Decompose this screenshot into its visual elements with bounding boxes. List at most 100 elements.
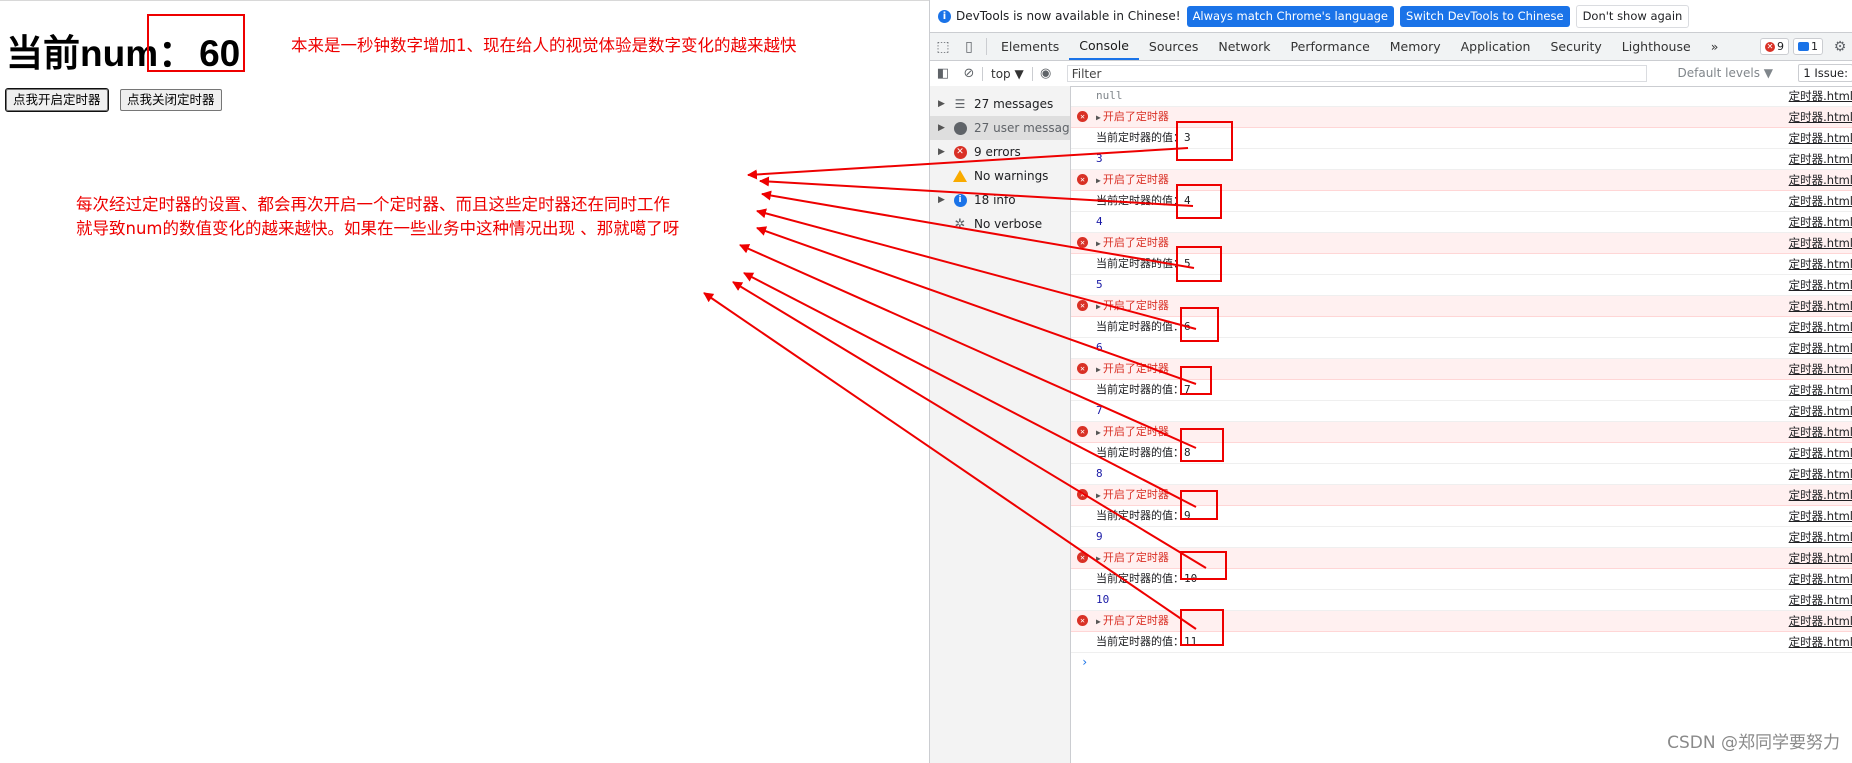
tab-security[interactable]: Security (1540, 33, 1611, 60)
sidebar-item-errors[interactable]: ▶ ✕ 9 errors (930, 140, 1070, 164)
log-value: 10 (1184, 572, 1198, 585)
log-value: 4 (1096, 215, 1103, 228)
clear-console-icon[interactable]: ⊘ (956, 66, 982, 81)
switch-to-chinese-button[interactable]: Switch DevTools to Chinese (1400, 5, 1570, 27)
log-row-error[interactable]: ▶开启了定时器 定时器.html (1071, 422, 1852, 443)
sidebar-item-label: 18 info (974, 193, 1016, 207)
more-tabs-icon[interactable]: » (1701, 33, 1729, 60)
log-source-link[interactable]: 定时器.html (1789, 296, 1852, 316)
caret-right-icon: ▶ (938, 99, 945, 109)
tab-memory[interactable]: Memory (1380, 33, 1451, 60)
dont-show-again-button[interactable]: Don't show again (1575, 4, 1690, 28)
log-text: 开启了定时器 (1102, 299, 1169, 312)
log-source-link[interactable]: 定时器.html (1789, 275, 1852, 295)
log-source-link[interactable]: 定时器.html (1789, 338, 1852, 358)
message-count-badge[interactable]: 1 (1793, 38, 1823, 55)
device-toolbar-icon[interactable]: ▯ (956, 33, 982, 60)
error-icon: ✕ (953, 145, 967, 159)
log-text: null (1096, 89, 1123, 102)
tab-lighthouse[interactable]: Lighthouse (1612, 33, 1701, 60)
log-source-link[interactable]: 定时器.html (1789, 443, 1852, 463)
log-row-error[interactable]: ▶开启了定时器 定时器.html (1071, 359, 1852, 380)
tab-elements[interactable]: Elements (991, 33, 1069, 60)
info-icon: i (938, 9, 951, 23)
log-text: 开启了定时器 (1102, 362, 1169, 375)
log-row-error[interactable]: ▶开启了定时器 定时器.html (1071, 485, 1852, 506)
log-source-link[interactable]: 定时器.html (1789, 401, 1852, 421)
tab-sources[interactable]: Sources (1139, 33, 1208, 60)
log-prefix: 当前定时器的值： (1096, 635, 1184, 648)
caret-right-icon: ▶ (938, 123, 945, 133)
filter-input[interactable] (1066, 65, 1647, 82)
log-row-number: 5 定时器.html (1071, 275, 1852, 296)
verbose-icon: ✲ (954, 216, 966, 232)
error-count-badge[interactable]: ✕ 9 (1760, 38, 1789, 55)
log-row-error[interactable]: ▶开启了定时器 定时器.html (1071, 170, 1852, 191)
log-source-link[interactable]: 定时器.html (1789, 233, 1852, 253)
sidebar-item-warnings[interactable]: No warnings (930, 164, 1070, 188)
log-source-link[interactable]: 定时器.html (1789, 128, 1852, 148)
log-source-link[interactable]: 定时器.html (1789, 422, 1852, 442)
log-source-link[interactable]: 定时器.html (1789, 254, 1852, 274)
tab-application[interactable]: Application (1451, 33, 1541, 60)
caret-right-icon: ▶ (1096, 302, 1101, 311)
stop-timer-button[interactable]: 点我关闭定时器 (120, 89, 222, 111)
gear-icon[interactable]: ⚙ (1827, 39, 1852, 55)
start-timer-button[interactable]: 点我开启定时器 (5, 88, 109, 112)
log-row-error[interactable]: ▶开启了定时器 定时器.html (1071, 296, 1852, 317)
sidebar-item-verbose[interactable]: ✲ No verbose (930, 212, 1070, 236)
log-prefix: 当前定时器的值： (1096, 446, 1184, 459)
log-source-link[interactable]: 定时器.html (1789, 191, 1852, 211)
log-value: 7 (1096, 404, 1103, 417)
console-prompt[interactable]: › (1071, 653, 1852, 671)
info-icon: i (953, 193, 967, 207)
eye-icon[interactable]: ◉ (1033, 66, 1059, 81)
sidebar-toggle-icon[interactable]: ◧ (930, 66, 956, 81)
log-source-link[interactable]: 定时器.html (1789, 380, 1852, 400)
sidebar-item-messages[interactable]: ▶ ☰ 27 messages (930, 92, 1070, 116)
console-toolbar: ◧ ⊘ top ▼ ◉ Default levels ▼ 1 Issue: (930, 61, 1852, 87)
log-value: 10 (1096, 593, 1110, 606)
log-source-link[interactable]: 定时器.html (1789, 590, 1852, 610)
log-source-link[interactable]: 定时器.html (1789, 485, 1852, 505)
log-levels-dropdown[interactable]: Default levels ▼ (1678, 66, 1774, 80)
issues-button[interactable]: 1 Issue: (1798, 64, 1852, 82)
log-source-link[interactable]: 定时器.html (1789, 506, 1852, 526)
caret-right-icon: ▶ (1096, 617, 1101, 626)
log-source-link[interactable]: 定时器.html (1789, 317, 1852, 337)
log-row-error[interactable]: ▶开启了定时器 定时器.html (1071, 548, 1852, 569)
log-value: 3 (1096, 152, 1103, 165)
log-source-link[interactable]: 定时器.html (1789, 107, 1852, 127)
log-row-error[interactable]: ▶开启了定时器 定时器.html (1071, 611, 1852, 632)
log-row-error[interactable]: ▶开启了定时器 定时器.html (1071, 107, 1852, 128)
log-source-link[interactable]: 定时器.html (1789, 212, 1852, 232)
log-text: 开启了定时器 (1102, 236, 1169, 249)
tab-network[interactable]: Network (1208, 33, 1280, 60)
log-source-link[interactable]: 定时器.html (1789, 632, 1852, 652)
sidebar-item-user-messages[interactable]: ▶ 27 user messag... (930, 116, 1070, 140)
log-text: 开启了定时器 (1102, 173, 1169, 186)
log-source-link[interactable]: 定时器.html (1789, 86, 1852, 106)
tab-console[interactable]: Console (1069, 33, 1139, 60)
log-value: 8 (1096, 467, 1103, 480)
log-source-link[interactable]: 定时器.html (1789, 611, 1852, 631)
log-source-link[interactable]: 定时器.html (1789, 548, 1852, 568)
log-source-link[interactable]: 定时器.html (1789, 464, 1852, 484)
log-row-timer-value: 当前定时器的值：7 定时器.html (1071, 380, 1852, 401)
log-source-link[interactable]: 定时器.html (1789, 170, 1852, 190)
log-row-timer-value: 当前定时器的值：5 定时器.html (1071, 254, 1852, 275)
log-source-link[interactable]: 定时器.html (1789, 149, 1852, 169)
context-selector[interactable]: top ▼ (982, 66, 1033, 81)
inspect-element-icon[interactable]: ⬚ (930, 33, 956, 60)
log-text: 开启了定时器 (1102, 425, 1169, 438)
log-source-link[interactable]: 定时器.html (1789, 359, 1852, 379)
tab-performance[interactable]: Performance (1281, 33, 1380, 60)
sidebar-item-info[interactable]: ▶ i 18 info (930, 188, 1070, 212)
user-icon-wrap (952, 121, 968, 135)
always-match-language-button[interactable]: Always match Chrome's language (1186, 5, 1395, 27)
log-row-error[interactable]: ▶开启了定时器 定时器.html (1071, 233, 1852, 254)
log-row-timer-value: 当前定时器的值：11 定时器.html (1071, 632, 1852, 653)
log-source-link[interactable]: 定时器.html (1789, 569, 1852, 589)
log-source-link[interactable]: 定时器.html (1789, 527, 1852, 547)
console-log: null定时器.html ▶开启了定时器定时器.html 当前定时器的值：3定时… (1071, 86, 1852, 763)
